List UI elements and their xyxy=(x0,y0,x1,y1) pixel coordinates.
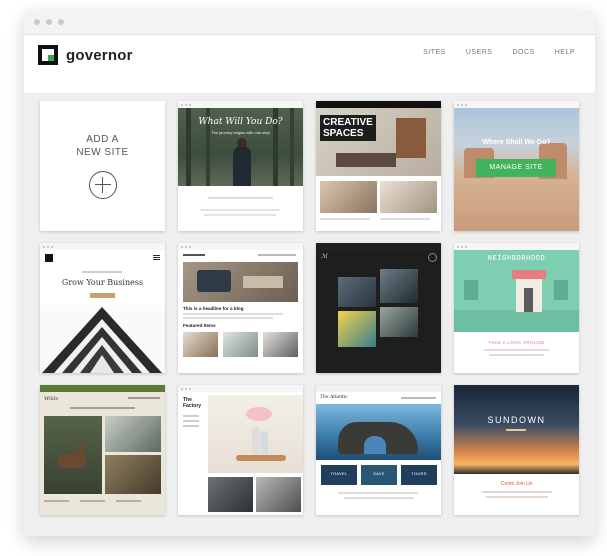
top-nav: SITES USERS DOCS HELP xyxy=(423,49,575,56)
tile-label: SAVE xyxy=(373,471,385,476)
app-name[interactable]: governor xyxy=(66,47,133,64)
tile[interactable]: TRAVEL xyxy=(321,465,357,485)
site-brand: The Atlantic xyxy=(320,395,348,400)
tile-label: TOURS xyxy=(411,471,427,476)
site-card-neighborhood[interactable]: NEIGHBORHOOD TAKE A LOOK AROUND xyxy=(454,243,579,373)
site-card-dark-portfolio[interactable]: ℳ xyxy=(316,243,441,373)
vase-hero-image xyxy=(208,395,303,473)
nav-users[interactable]: USERS xyxy=(466,49,493,56)
sunset-hero-image xyxy=(454,392,579,474)
site-title: What Will You Do? xyxy=(198,117,283,127)
plus-circle-icon xyxy=(88,171,117,199)
window-dot xyxy=(58,19,64,25)
site-subtitle: TAKE A LOOK AROUND xyxy=(488,340,545,345)
gallery-image xyxy=(380,307,418,337)
hamburger-menu-icon xyxy=(153,255,160,256)
site-card-nature[interactable]: Wilds xyxy=(40,385,165,515)
site-footer-heading: Come Join Us xyxy=(500,481,533,487)
site-card-grow-your-business[interactable]: Grow Your Business xyxy=(40,243,165,373)
site-card-the-factory[interactable]: The Factory xyxy=(178,385,303,515)
site-card-creative-spaces[interactable]: CREATIVE SPACES xyxy=(316,101,441,231)
site-logo-icon xyxy=(45,254,53,262)
add-site-label: ADD A NEW SITE xyxy=(76,133,128,159)
nav-sites[interactable]: SITES xyxy=(423,49,446,56)
site-card-the-atlantic[interactable]: The Atlantic TRAVEL SAVE TOURS xyxy=(316,385,441,515)
desk-hero-image xyxy=(183,262,298,302)
site-title: Where Shall We Go? xyxy=(482,139,551,146)
interior-image xyxy=(320,181,377,213)
window-dot xyxy=(46,19,52,25)
site-tagline: The journey begins with one step xyxy=(211,130,270,135)
site-title: CREATIVE xyxy=(323,117,373,128)
featured-heading: Featured Items xyxy=(183,323,216,328)
add-site-card[interactable]: ADD A NEW SITE xyxy=(40,101,165,231)
post-headline: This is a headline for a blog xyxy=(183,306,244,311)
tile[interactable]: SAVE xyxy=(361,465,397,485)
interior-image xyxy=(380,181,437,213)
nature-image xyxy=(105,416,161,452)
product-image xyxy=(183,332,218,357)
gallery-image xyxy=(380,269,418,303)
add-site-line2: NEW SITE xyxy=(76,147,129,158)
add-site-line1: ADD A xyxy=(86,134,119,145)
tile-label: TRAVEL xyxy=(330,471,348,476)
site-brand-line2: Factory xyxy=(183,403,202,409)
nature-image xyxy=(105,455,161,494)
site-card-blog[interactable]: This is a headline for a blog Featured I… xyxy=(178,243,303,373)
menu-circle-icon xyxy=(428,253,437,262)
site-title: NEIGHBORHOOD xyxy=(487,255,546,263)
gallery-image xyxy=(338,277,376,307)
window-dot xyxy=(34,19,40,25)
site-title: Grow Your Business xyxy=(61,278,144,287)
site-card-what-will-you-do[interactable]: What Will You Do? The journey begins wit… xyxy=(178,101,303,231)
tile[interactable]: TOURS xyxy=(401,465,437,485)
site-title: SUNDOWN xyxy=(487,415,546,425)
deer-image xyxy=(44,416,102,494)
cta-button xyxy=(90,293,115,298)
nav-docs[interactable]: DOCS xyxy=(512,49,534,56)
manage-site-button[interactable]: MANAGE SITE xyxy=(476,159,556,177)
app-header: governor SITES USERS DOCS HELP xyxy=(24,35,595,94)
architecture-image xyxy=(40,305,165,373)
site-logo-text: Wilds xyxy=(44,396,59,402)
gallery-image xyxy=(338,311,376,347)
window-chrome xyxy=(24,10,595,35)
governor-logo-icon[interactable] xyxy=(38,45,58,65)
gallery-image xyxy=(208,477,253,512)
site-monogram: ℳ xyxy=(321,253,328,260)
site-card-sundown[interactable]: SUNDOWN Come Join Us xyxy=(454,385,579,515)
product-image xyxy=(223,332,258,357)
gallery-image xyxy=(256,477,301,512)
sea-arch-image xyxy=(316,404,441,460)
site-card-where-shall-we-go[interactable]: Where Shall We Go? MANAGE SITE xyxy=(454,101,579,231)
browser-window: governor SITES USERS DOCS HELP ADD A NEW… xyxy=(24,10,595,536)
product-image xyxy=(263,332,298,357)
site-title-line2: SPACES xyxy=(323,128,364,139)
nav-help[interactable]: HELP xyxy=(555,49,575,56)
